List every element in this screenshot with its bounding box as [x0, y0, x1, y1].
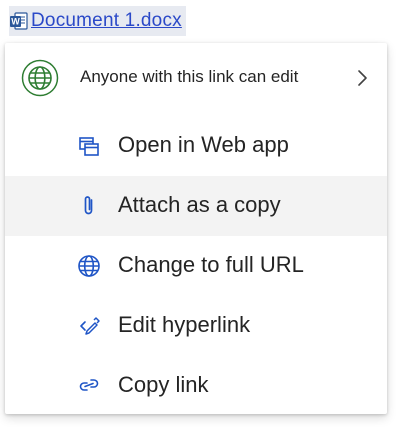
- document-link-highlight: W Document 1.docx: [9, 6, 186, 36]
- word-document-icon: W: [9, 11, 29, 31]
- menu-item-label: Edit hyperlink: [118, 312, 251, 337]
- open-in-web-app-icon: [77, 134, 101, 158]
- menu-item-edit-hyperlink[interactable]: Edit hyperlink: [5, 296, 387, 356]
- svg-text:W: W: [11, 17, 20, 27]
- document-link[interactable]: Document 1.docx: [31, 10, 182, 32]
- link-icon: [77, 374, 101, 398]
- menu-item-copy-link[interactable]: Copy link: [5, 356, 387, 414]
- menu-item-label: Attach as a copy: [118, 192, 281, 217]
- menu-item-open-in-web-app[interactable]: Open in Web app: [5, 116, 387, 176]
- menu-item-change-to-full-url[interactable]: Change to full URL: [5, 236, 387, 296]
- link-context-menu: Anyone with this link can edit Open in W…: [5, 43, 387, 414]
- paperclip-icon: [77, 194, 101, 218]
- edit-hyperlink-icon: [77, 314, 101, 338]
- document-link-row: W Document 1.docx: [9, 6, 186, 36]
- chevron-right-icon: [355, 68, 369, 88]
- menu-item-label: Change to full URL: [118, 252, 304, 277]
- menu-item-attach-as-copy[interactable]: Attach as a copy: [5, 176, 387, 236]
- sharing-settings-label: Anyone with this link can edit: [80, 67, 299, 86]
- menu-item-label: Open in Web app: [118, 132, 289, 157]
- globe-icon: [21, 59, 59, 97]
- globe-icon: [77, 254, 101, 278]
- sharing-settings-item[interactable]: Anyone with this link can edit: [5, 43, 387, 113]
- menu-item-label: Copy link: [118, 372, 209, 397]
